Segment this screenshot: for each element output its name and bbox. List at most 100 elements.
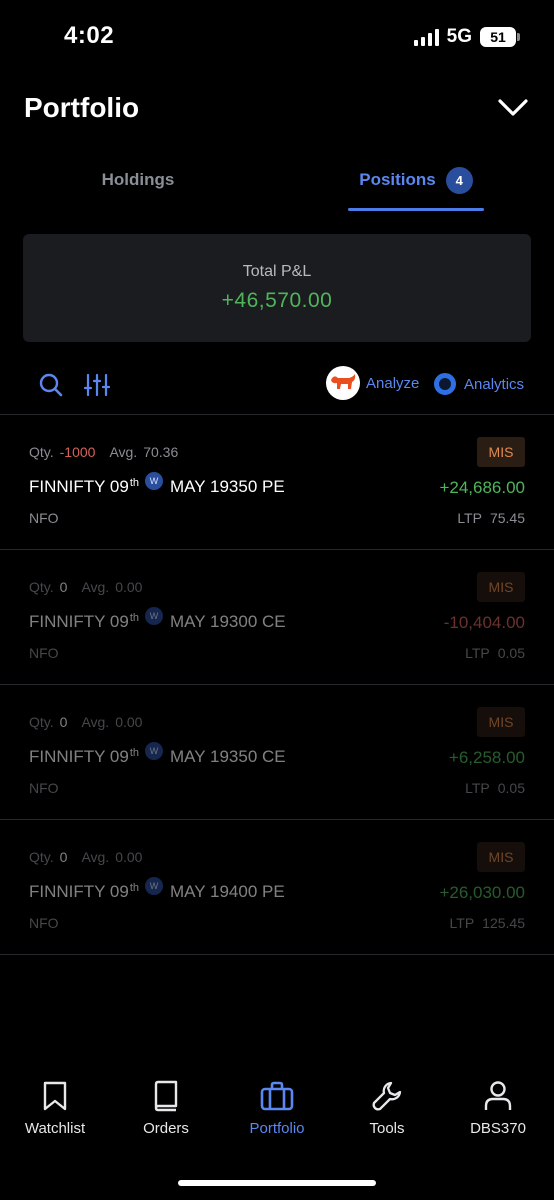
positions-list: Qty. -1000 Avg. 70.36 MIS FINNIFTY 09th W… [0,415,554,955]
date-suffix: th [129,612,140,624]
nav-orders[interactable]: Orders [111,1078,221,1137]
analytics-label: Analytics [464,375,525,393]
page-header: Portfolio [24,84,530,132]
qty-label: Qty. [29,849,54,865]
symbol: FINNIFTY 09 [29,882,129,901]
symbol: FINNIFTY 09 [29,747,129,766]
avg-value: 70.36 [143,444,179,460]
search-icon[interactable] [38,372,64,398]
nav-watchlist[interactable]: Watchlist [0,1078,110,1137]
instrument-name: FINNIFTY 09th W MAY 19400 PE [29,877,285,903]
product-badge: MIS [477,707,525,737]
total-pnl-value: +46,570.00 [221,289,333,312]
analyze-button[interactable]: Analyze [326,366,419,400]
qty-value: 0 [59,579,68,595]
qty-value: 0 [59,849,68,865]
product-badge: MIS [477,572,525,602]
contract: MAY 19350 CE [170,747,286,766]
position-pnl: +26,030.00 [439,883,525,902]
nav-label: DBS370 [470,1120,526,1137]
wrench-icon [370,1078,404,1114]
contract: MAY 19350 PE [170,477,285,496]
ltp-value: 125.45 [482,915,525,931]
analyze-label: Analyze [366,374,420,392]
weekly-expiry-badge: W [145,607,164,625]
tab-positions-label: Positions [359,170,436,189]
position-row[interactable]: Qty. -1000 Avg. 70.36 MIS FINNIFTY 09th W… [0,415,554,550]
position-pnl: -10,404.00 [443,613,525,632]
ltp-value: 0.05 [497,780,525,796]
symbol: FINNIFTY 09 [29,477,129,496]
portfolio-tabs: Holdings Positions 4 [0,150,554,214]
status-bar: 4:02 5G 51 [0,0,554,70]
ltp-label: LTP [465,780,490,796]
instrument-name: FINNIFTY 09th W MAY 19350 CE [29,742,286,768]
contract: MAY 19400 PE [170,882,285,901]
filter-sliders-icon[interactable] [83,372,111,398]
nav-portfolio[interactable]: Portfolio [222,1078,332,1137]
nav-label: Orders [143,1120,189,1137]
positions-count-badge: 4 [445,166,473,194]
ltp: LTP 125.45 [450,915,525,931]
battery-icon: 51 [480,27,520,47]
avg-label: Avg. [81,579,110,595]
position-pnl: +6,258.00 [448,748,525,767]
avg-value: 0.00 [115,714,143,730]
nav-tools[interactable]: Tools [332,1078,442,1137]
chevron-down-icon[interactable] [496,91,530,125]
qty-avg: Qty. 0 Avg. 0.00 [29,714,142,730]
weekly-expiry-badge: W [145,742,164,760]
bull-logo-icon [326,366,360,400]
exchange: NFO [29,780,59,796]
exchange: NFO [29,645,59,661]
date-suffix: th [129,747,140,759]
ltp-label: LTP [465,645,490,661]
analytics-button[interactable]: Analytics [434,373,524,395]
avg-label: Avg. [109,444,138,460]
position-row[interactable]: Qty. 0 Avg. 0.00 MIS FINNIFTY 09th W MAY 1… [0,820,554,955]
symbol: FINNIFTY 09 [29,612,129,631]
tab-positions[interactable]: Positions 4 [348,150,484,210]
total-pnl-card: Total P&L +46,570.00 [23,234,531,342]
nav-label: Portfolio [249,1120,305,1137]
avg-value: 0.00 [115,579,143,595]
page-title: Portfolio [24,92,140,123]
position-row[interactable]: Qty. 0 Avg. 0.00 MIS FINNIFTY 09th W MAY 1… [0,550,554,685]
positions-toolbar: Analyze Analytics [0,362,554,406]
nav-label: Watchlist [24,1120,86,1137]
home-indicator[interactable] [178,1180,376,1186]
ltp-label: LTP [449,915,475,931]
cellular-signal-icon [413,28,439,46]
ltp-label: LTP [457,510,482,526]
ltp-value: 0.05 [497,645,525,661]
briefcase-icon [260,1078,294,1114]
product-badge: MIS [477,842,525,872]
ltp: LTP 0.05 [465,780,525,796]
status-indicators: 5G 51 [413,26,520,48]
ltp-value: 75.45 [489,510,525,526]
qty-value: -1000 [59,444,96,460]
qty-label: Qty. [29,444,54,460]
position-row[interactable]: Qty. 0 Avg. 0.00 MIS FINNIFTY 09th W MAY 1… [0,685,554,820]
weekly-expiry-badge: W [145,472,164,490]
qty-label: Qty. [29,714,54,730]
status-time: 4:02 [64,22,115,49]
avg-label: Avg. [81,849,110,865]
active-tab-indicator [348,208,484,211]
total-pnl-label: Total P&L [242,263,312,280]
instrument-name: FINNIFTY 09th W MAY 19300 CE [29,607,286,633]
qty-value: 0 [59,714,68,730]
position-pnl: +24,686.00 [439,478,525,497]
book-icon [149,1078,183,1114]
qty-avg: Qty. -1000 Avg. 70.36 [29,444,178,460]
tab-holdings[interactable]: Holdings [58,150,218,210]
network-type: 5G [446,26,472,47]
nav-profile[interactable]: DBS370 [443,1078,553,1137]
instrument-name: FINNIFTY 09th W MAY 19350 PE [29,472,285,498]
exchange: NFO [29,510,59,526]
qty-avg: Qty. 0 Avg. 0.00 [29,849,142,865]
user-icon [481,1078,515,1114]
contract: MAY 19300 CE [170,612,286,631]
date-suffix: th [129,882,140,894]
bookmark-icon [38,1078,72,1114]
